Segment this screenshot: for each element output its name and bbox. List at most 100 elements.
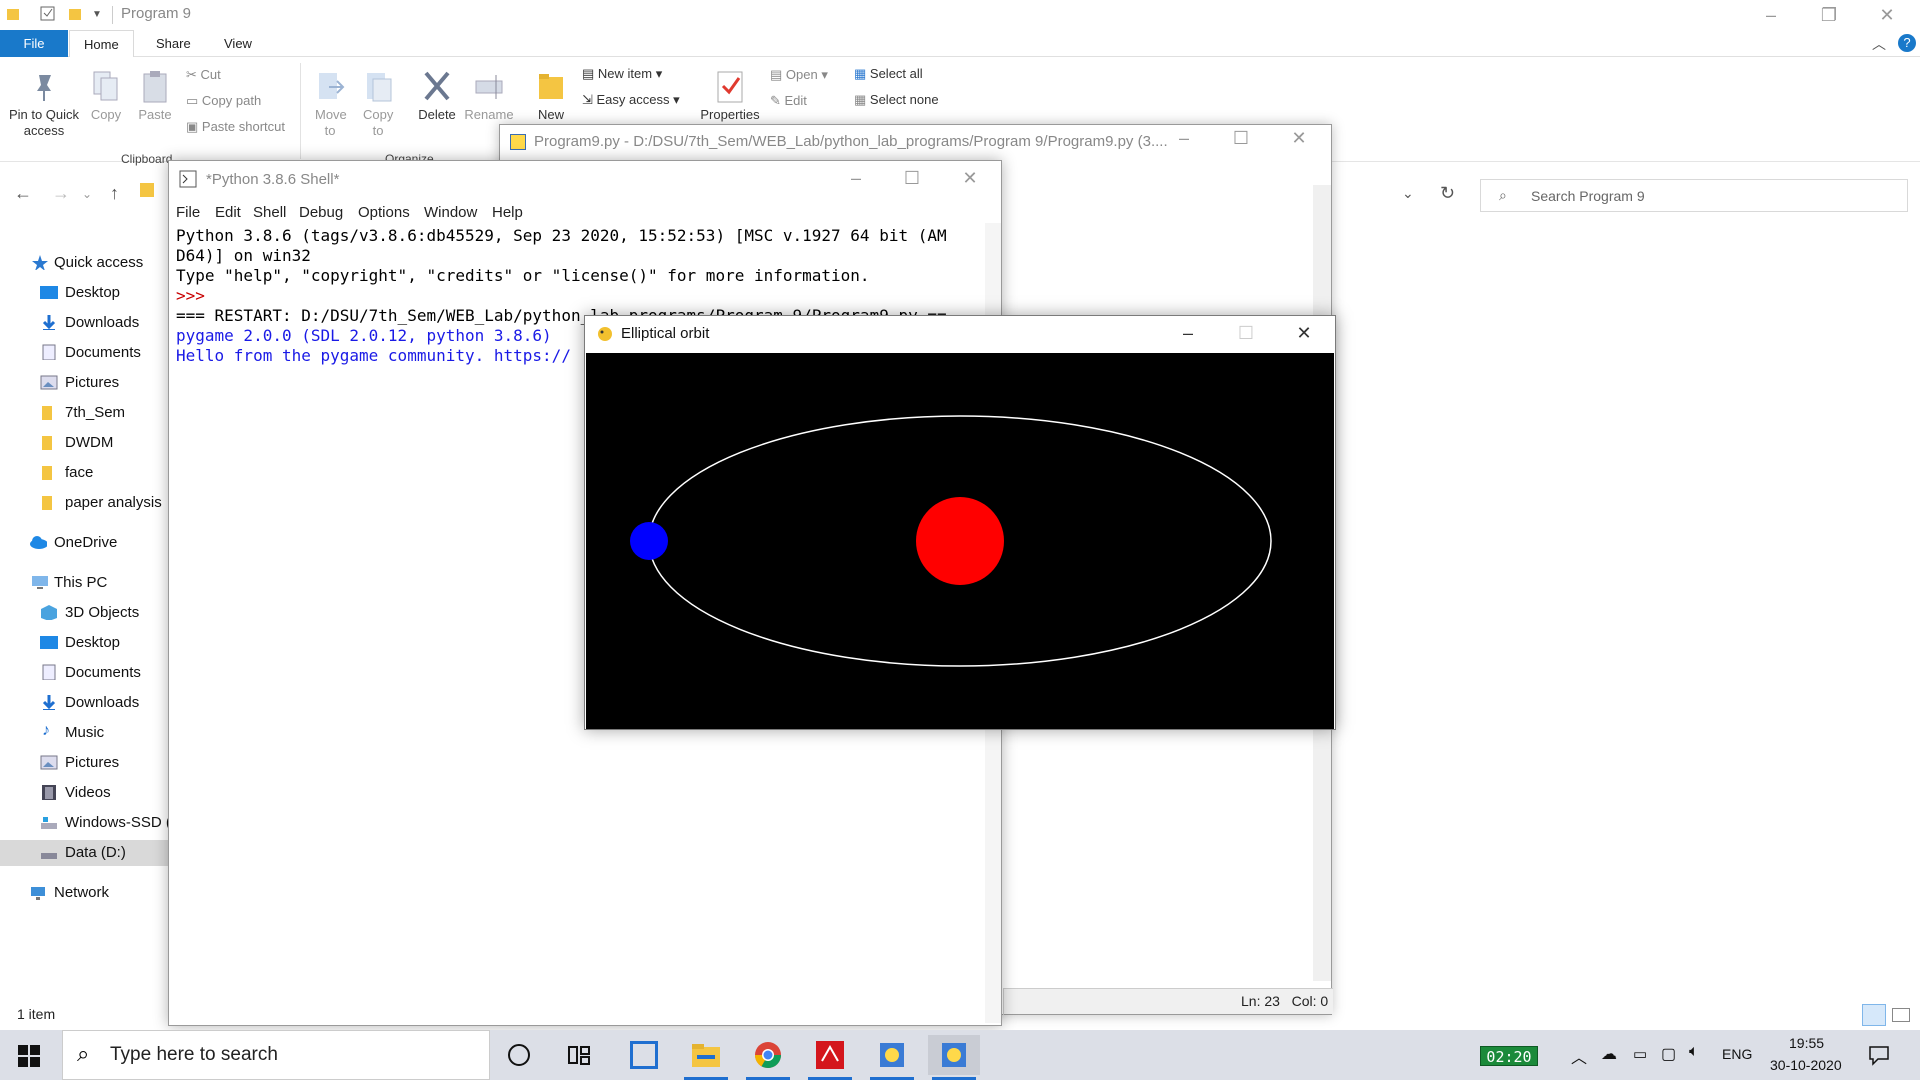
address-dropdown-icon[interactable]: ⌄: [1402, 185, 1414, 202]
search-input[interactable]: ⌕ Search Program 9: [1480, 179, 1908, 212]
copy-to-button[interactable]: Copy to: [356, 69, 400, 139]
task-view-icon[interactable]: [568, 1044, 592, 1066]
minimize-button[interactable]: –: [1742, 0, 1800, 30]
nav-qa-desktop[interactable]: Desktop: [0, 280, 168, 306]
customize-qat-icon[interactable]: ▼: [92, 9, 102, 20]
shell-close-button[interactable]: ✕: [941, 163, 999, 193]
new-item-button[interactable]: ▤ New item ▾: [582, 66, 662, 82]
show-hidden-icons-chevron-icon[interactable]: ︿: [1571, 1044, 1587, 1068]
tab-home[interactable]: Home: [69, 30, 134, 57]
nav-pc-3d-objects[interactable]: 3D Objects: [0, 600, 168, 626]
menu-help[interactable]: Help: [492, 204, 523, 221]
cut-button[interactable]: ✂ Cut: [186, 67, 221, 83]
new-folder-quick-icon[interactable]: [68, 6, 82, 25]
pin-quick-access-button[interactable]: Pin to Quick access: [6, 69, 82, 139]
menu-edit[interactable]: Edit: [215, 204, 241, 221]
timer-widget[interactable]: 02:20: [1480, 1046, 1538, 1066]
taskbar-search-box[interactable]: ⌕ Type here to search: [62, 1030, 490, 1080]
large-icons-view-icon[interactable]: [1892, 1008, 1910, 1022]
taskbar-app-idle-editor[interactable]: [866, 1035, 918, 1080]
move-to-button[interactable]: Move to: [308, 69, 352, 139]
forward-arrow-icon[interactable]: →: [52, 183, 70, 204]
pygame-maximize-button[interactable]: ☐: [1217, 318, 1275, 348]
network-tray-icon[interactable]: ▢: [1661, 1044, 1676, 1064]
copy-path-button[interactable]: ▭ Copy path: [186, 93, 261, 109]
nav-qa-face[interactable]: face: [0, 460, 168, 486]
collapse-ribbon-icon[interactable]: ︿: [1872, 34, 1886, 54]
close-button[interactable]: ✕: [1858, 0, 1916, 30]
properties-button[interactable]: Properties: [698, 69, 762, 122]
new-folder-button[interactable]: New: [532, 69, 570, 122]
tab-view[interactable]: View: [210, 30, 266, 57]
editor-maximize-button[interactable]: ☐: [1212, 123, 1270, 153]
nav-qa-downloads[interactable]: Downloads: [0, 310, 168, 336]
nav-pc-pictures[interactable]: Pictures: [0, 750, 168, 776]
nav-pc-documents[interactable]: Documents: [0, 660, 168, 686]
volume-icon[interactable]: 🔈︎: [1689, 1043, 1699, 1061]
music-note-icon: ♪: [42, 722, 50, 739]
pygame-minimize-button[interactable]: –: [1159, 318, 1217, 348]
onedrive-tray-icon[interactable]: ☁: [1601, 1044, 1617, 1064]
delete-button[interactable]: Delete: [414, 69, 460, 122]
menu-shell[interactable]: Shell: [253, 204, 286, 221]
nav-pc-windows-ssd[interactable]: Windows-SSD (: [0, 810, 168, 836]
help-icon[interactable]: ?: [1898, 34, 1916, 52]
select-all-button[interactable]: ▦ Select all: [854, 66, 923, 82]
windows-start-icon[interactable]: [18, 1045, 40, 1067]
shell-maximize-button[interactable]: ☐: [883, 163, 941, 193]
input-language[interactable]: ENG: [1722, 1046, 1752, 1062]
nav-quick-access[interactable]: Quick access: [0, 250, 168, 276]
taskbar-app-kite[interactable]: [618, 1035, 670, 1075]
clock-date[interactable]: 30-10-2020: [1770, 1057, 1842, 1073]
nav-onedrive[interactable]: OneDrive: [0, 530, 168, 556]
nav-network[interactable]: Network: [0, 880, 168, 906]
new-folder-icon: [539, 74, 563, 99]
pygame-close-button[interactable]: ✕: [1275, 318, 1333, 348]
menu-file[interactable]: File: [176, 204, 200, 221]
paste-button[interactable]: Paste: [134, 69, 176, 122]
taskbar-app-file-explorer[interactable]: [680, 1035, 732, 1080]
taskbar-app-chrome[interactable]: [742, 1035, 794, 1080]
nav-pc-music[interactable]: ♪ Music: [0, 720, 168, 746]
editor-close-button[interactable]: ✕: [1270, 123, 1328, 153]
nav-qa-7th-sem[interactable]: 7th_Sem: [0, 400, 168, 426]
nav-pc-videos[interactable]: Videos: [0, 780, 168, 806]
up-arrow-icon[interactable]: ↑: [110, 183, 119, 204]
edit-button[interactable]: ✎ Edit: [770, 93, 807, 109]
kite-app-icon: [630, 1041, 658, 1069]
battery-icon[interactable]: ▭: [1633, 1045, 1647, 1063]
tab-file[interactable]: File: [0, 30, 68, 57]
shell-minimize-button[interactable]: –: [827, 163, 885, 193]
paste-shortcut-button[interactable]: ▣ Paste shortcut: [186, 119, 285, 135]
nav-pc-downloads[interactable]: Downloads: [0, 690, 168, 716]
cortana-icon[interactable]: [508, 1044, 530, 1066]
refresh-icon[interactable]: ↻: [1440, 183, 1455, 204]
nav-qa-pictures[interactable]: Pictures: [0, 370, 168, 396]
nav-pc-data-d[interactable]: Data (D:): [0, 840, 168, 866]
menu-options[interactable]: Options: [358, 204, 410, 221]
nav-qa-dwdm[interactable]: DWDM: [0, 430, 168, 456]
nav-qa-paper-analysis[interactable]: paper analysis: [0, 490, 168, 516]
properties-quick-icon[interactable]: [40, 6, 56, 25]
nav-this-pc[interactable]: This PC: [0, 570, 168, 596]
rename-button[interactable]: Rename: [464, 69, 514, 122]
restore-button[interactable]: ❐: [1800, 0, 1858, 30]
divider: [1003, 989, 1004, 1015]
easy-access-button[interactable]: ⇲ Easy access ▾: [582, 92, 680, 108]
select-none-button[interactable]: ▦ Select none: [854, 92, 939, 108]
details-view-icon[interactable]: [1862, 1004, 1886, 1026]
action-center-icon[interactable]: [1868, 1044, 1890, 1066]
nav-pc-desktop[interactable]: Desktop: [0, 630, 168, 656]
tab-share[interactable]: Share: [142, 30, 205, 57]
menu-debug[interactable]: Debug: [299, 204, 343, 221]
back-arrow-icon[interactable]: ←: [14, 183, 32, 204]
taskbar-app-pygame[interactable]: [928, 1035, 980, 1080]
recent-locations-icon[interactable]: ⌄: [82, 187, 92, 201]
editor-minimize-button[interactable]: –: [1155, 123, 1213, 153]
menu-window[interactable]: Window: [424, 204, 477, 221]
nav-qa-documents[interactable]: Documents: [0, 340, 168, 366]
taskbar-app-acrobat[interactable]: [804, 1035, 856, 1080]
clock-time[interactable]: 19:55: [1789, 1035, 1824, 1051]
copy-button[interactable]: Copy: [86, 69, 126, 122]
open-button[interactable]: ▤ Open ▾: [770, 67, 828, 83]
